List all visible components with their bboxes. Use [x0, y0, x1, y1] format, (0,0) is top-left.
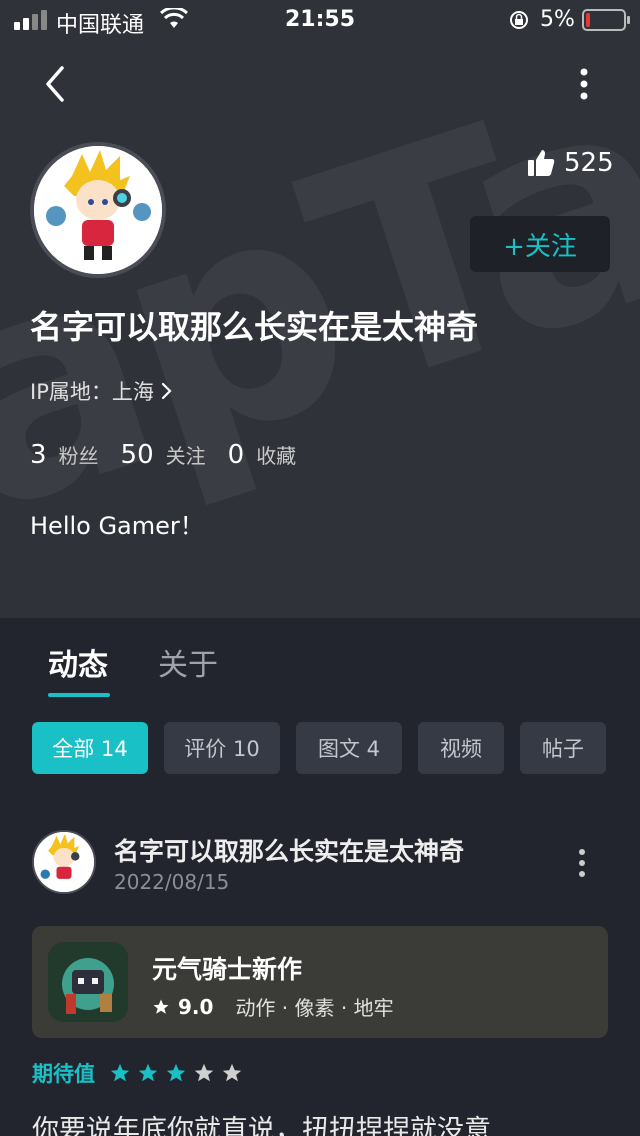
avatar-character-image	[34, 146, 162, 274]
more-options-button[interactable]	[566, 64, 602, 104]
profile-username: 名字可以取那么长实在是太神奇	[30, 308, 479, 346]
game-title: 元气骑士新作	[152, 955, 303, 984]
thumbs-up-icon	[528, 150, 555, 176]
status-bar: 中国联通 21:55 5%	[0, 0, 640, 40]
filter-videos[interactable]: 视频	[418, 722, 504, 774]
battery-icon	[582, 9, 630, 31]
post-more-button[interactable]	[570, 846, 594, 880]
rotation-lock-icon	[508, 9, 530, 37]
back-button[interactable]	[36, 62, 80, 106]
followers-label[interactable]: 粉丝	[59, 440, 99, 469]
favorites-label[interactable]: 收藏	[256, 440, 296, 469]
likes-count[interactable]: 525	[526, 148, 614, 178]
watermark-graphic: apTa	[0, 18, 640, 581]
content-tabs: 动态 关于	[48, 640, 218, 684]
chevron-right-icon	[161, 382, 172, 400]
more-vertical-icon	[579, 849, 585, 877]
star-icon	[153, 999, 169, 1014]
game-meta: 9.0 动作 · 像素 · 地牢	[152, 992, 394, 1021]
tab-activity[interactable]: 动态	[48, 640, 108, 684]
more-vertical-icon	[580, 68, 588, 100]
filter-chips: 全部 14 评价 10 图文 4 视频 帖子	[32, 722, 606, 774]
tab-about[interactable]: 关于	[158, 640, 218, 684]
favorites-count[interactable]: 0	[228, 440, 245, 470]
filter-all[interactable]: 全部 14	[32, 722, 148, 774]
avatar-character-image	[34, 832, 94, 892]
ip-location-text: IP属地：上海	[30, 380, 154, 404]
star-filled-icon	[166, 1063, 186, 1082]
filter-images[interactable]: 图文 4	[296, 722, 402, 774]
game-icon	[48, 942, 128, 1022]
filter-posts[interactable]: 帖子	[520, 722, 606, 774]
followers-count[interactable]: 3	[30, 440, 47, 470]
star-filled-icon	[138, 1063, 158, 1082]
tab-indicator	[48, 693, 110, 697]
ip-location-link[interactable]: IP属地：上海	[30, 376, 174, 406]
star-empty-icon	[194, 1063, 214, 1082]
game-card[interactable]: 元气骑士新作 9.0 动作 · 像素 · 地牢	[32, 926, 608, 1038]
expectation-label: 期待值	[32, 1062, 95, 1086]
star-empty-icon	[222, 1063, 242, 1082]
following-count[interactable]: 50	[121, 440, 154, 470]
expectation-rating: 期待值	[32, 1058, 243, 1088]
game-score: 9.0	[178, 994, 214, 1019]
following-label[interactable]: 关注	[166, 440, 206, 469]
post-author-name[interactable]: 名字可以取那么长实在是太神奇	[114, 832, 464, 868]
star-filled-icon	[110, 1063, 130, 1082]
profile-bio: Hello Gamer！	[30, 512, 204, 540]
follow-button[interactable]: +关注	[470, 216, 610, 272]
game-knight-image	[48, 942, 128, 1022]
profile-stats: 3 粉丝 50 关注 0 收藏	[30, 440, 318, 470]
filter-reviews[interactable]: 评价 10	[164, 722, 280, 774]
post-author-avatar[interactable]	[32, 830, 96, 894]
post-text[interactable]: 你要说年底你就直说，扭扭捏捏就没意	[32, 1108, 491, 1136]
game-tags: 动作 · 像素 · 地牢	[235, 996, 394, 1020]
profile-avatar[interactable]	[30, 142, 166, 278]
chevron-left-icon	[46, 66, 64, 102]
likes-value: 525	[564, 148, 614, 178]
battery-percent: 5%	[540, 7, 575, 32]
rating-stars	[109, 1062, 243, 1084]
post-date: 2022/08/15	[114, 870, 230, 894]
